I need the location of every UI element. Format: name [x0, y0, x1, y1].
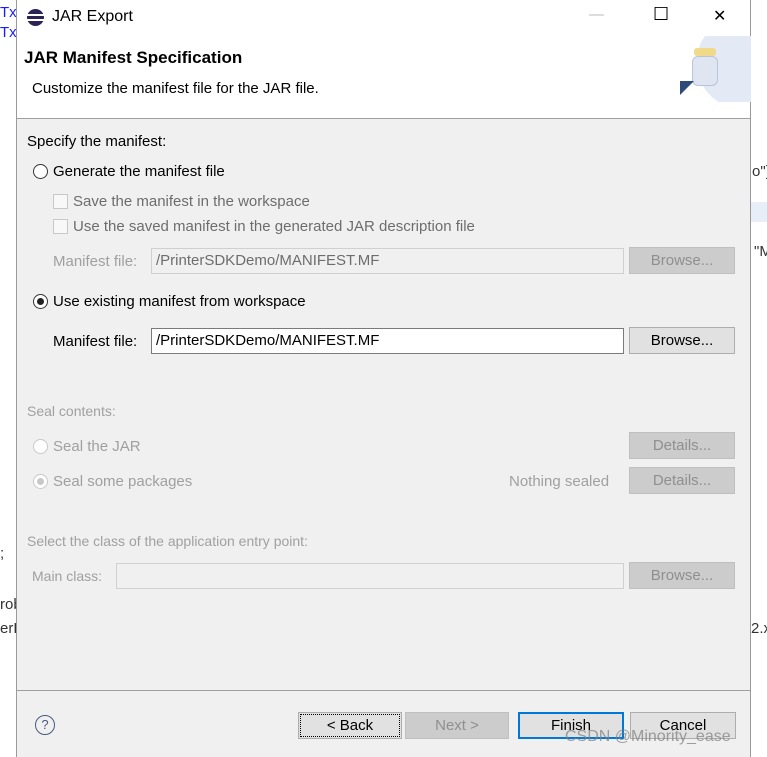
entry-point-label: Select the class of the application entr…: [27, 533, 308, 549]
next-button[interactable]: Next >: [405, 712, 509, 739]
bg-highlight: [751, 202, 767, 222]
bg-text: "M: [754, 243, 767, 260]
close-button[interactable]: ✕: [713, 6, 726, 26]
use-existing-manifest-label[interactable]: Use existing manifest from workspace: [53, 293, 306, 310]
main-class-label: Main class:: [32, 568, 103, 584]
seal-packages-details-button[interactable]: Details...: [629, 467, 735, 494]
seal-jar-label: Seal the JAR: [53, 438, 141, 455]
help-icon[interactable]: ?: [35, 715, 55, 735]
title-bar: JAR Export — ☐ ✕: [17, 0, 750, 36]
browse-button[interactable]: Browse...: [629, 327, 735, 354]
manifest-file-input[interactable]: /PrinterSDKDemo/MANIFEST.MF: [151, 328, 624, 354]
manifest-file-label: Manifest file:: [53, 333, 138, 350]
jar-banner-icon: [677, 36, 751, 102]
bg-text: Tx: [0, 24, 17, 41]
bg-text: 2.x: [751, 620, 767, 637]
maximize-button[interactable]: ☐: [653, 4, 669, 25]
gen-manifest-file-input[interactable]: /PrinterSDKDemo/MANIFEST.MF: [151, 248, 624, 274]
footer-divider: [17, 690, 750, 691]
bg-text: o"): [752, 163, 767, 180]
use-existing-manifest-radio[interactable]: [33, 294, 48, 309]
save-manifest-checkbox[interactable]: [53, 194, 68, 209]
main-class-input[interactable]: [116, 563, 624, 589]
back-button[interactable]: < Back: [298, 712, 402, 739]
eclipse-icon: [27, 9, 44, 26]
watermark: CSDN @Minority_ease: [565, 728, 731, 745]
seal-jar-details-button[interactable]: Details...: [629, 432, 735, 459]
seal-packages-radio[interactable]: [33, 474, 48, 489]
window-title: JAR Export: [52, 8, 133, 25]
seal-section-label: Seal contents:: [27, 403, 116, 419]
nothing-sealed-label: Nothing sealed: [509, 473, 610, 490]
page-description: Customize the manifest file for the JAR …: [32, 80, 319, 97]
manifest-section-label: Specify the manifest:: [27, 133, 167, 150]
main-class-browse-button[interactable]: Browse...: [629, 562, 735, 589]
gen-manifest-file-label: Manifest file:: [53, 253, 138, 270]
page-title: JAR Manifest Specification: [24, 48, 243, 67]
jar-export-dialog: JAR Export — ☐ ✕ JAR Manifest Specificat…: [16, 0, 751, 757]
use-saved-manifest-label: Use the saved manifest in the generated …: [73, 218, 475, 235]
wizard-header: JAR Manifest Specification Customize the…: [17, 36, 751, 119]
generate-manifest-label[interactable]: Generate the manifest file: [53, 163, 225, 180]
gen-browse-button[interactable]: Browse...: [629, 247, 735, 274]
use-saved-manifest-checkbox[interactable]: [53, 219, 68, 234]
seal-packages-label: Seal some packages: [53, 473, 193, 490]
seal-jar-radio[interactable]: [33, 439, 48, 454]
bg-text: Tx: [0, 4, 17, 21]
bg-text: ;: [0, 545, 5, 562]
generate-manifest-radio[interactable]: [33, 164, 48, 179]
minimize-button[interactable]: —: [589, 6, 604, 23]
save-manifest-label: Save the manifest in the workspace: [73, 193, 310, 210]
